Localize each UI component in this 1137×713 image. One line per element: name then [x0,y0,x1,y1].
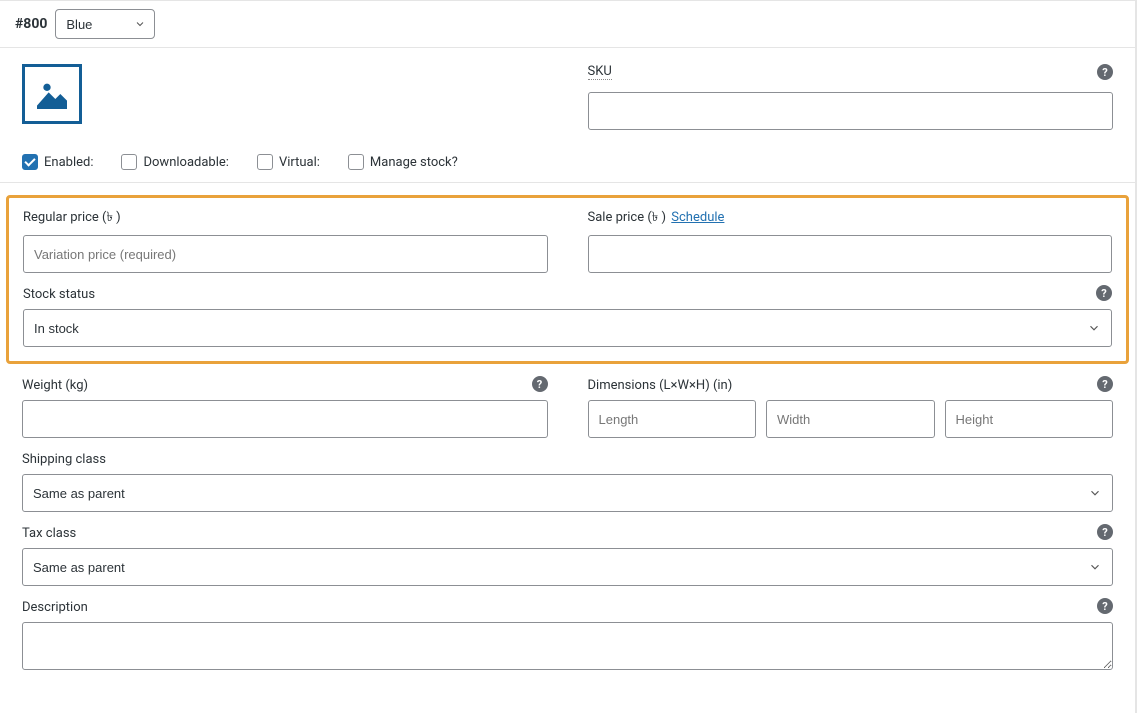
sale-price-label: Sale price (৳ ) [588,210,667,225]
downloadable-label: Downloadable: [143,155,228,170]
downloadable-checkbox-wrap[interactable]: Downloadable: [121,154,228,170]
length-input[interactable] [588,400,757,438]
help-icon[interactable]: ? [1097,64,1113,80]
checkbox-row: Enabled: Downloadable: Virtual: Manage s… [0,144,1135,183]
shipping-class-select[interactable]: Same as parent [22,474,1113,512]
stock-status-select[interactable]: In stock [23,309,1112,347]
manage-stock-checkbox-wrap[interactable]: Manage stock? [348,154,458,170]
sku-input[interactable] [588,92,1114,130]
height-input[interactable] [945,400,1114,438]
width-input[interactable] [766,400,935,438]
description-textarea[interactable] [22,622,1113,670]
stock-status-label: Stock status [23,287,95,302]
weight-input[interactable] [22,400,548,438]
enabled-checkbox[interactable] [22,154,38,170]
image-icon [32,74,72,114]
highlighted-pricing-section: Regular price (৳ ) Sale price (৳ ) Sched… [6,195,1129,364]
manage-stock-checkbox[interactable] [348,154,364,170]
regular-price-input[interactable] [23,235,548,273]
help-icon[interactable]: ? [532,376,548,392]
virtual-checkbox-wrap[interactable]: Virtual: [257,154,320,170]
downloadable-checkbox[interactable] [121,154,137,170]
weight-label: Weight (kg) [22,378,88,393]
variation-image-placeholder[interactable] [22,64,82,124]
dimensions-label: Dimensions (L×W×H) (in) [588,378,733,393]
tax-class-select[interactable]: Same as parent [22,548,1113,586]
variation-header: #800 Blue [0,0,1135,48]
tax-class-label: Tax class [22,526,76,541]
manage-stock-label: Manage stock? [370,155,458,170]
sale-price-input[interactable] [588,235,1113,273]
help-icon[interactable]: ? [1097,598,1113,614]
regular-price-label: Regular price (৳ ) [23,208,121,229]
schedule-link[interactable]: Schedule [671,210,724,225]
description-label: Description [22,600,88,615]
attribute-select[interactable]: Blue [55,9,155,39]
virtual-checkbox[interactable] [257,154,273,170]
enabled-label: Enabled: [44,155,93,170]
shipping-class-label: Shipping class [22,452,106,467]
variation-id: #800 [15,16,47,32]
enabled-checkbox-wrap[interactable]: Enabled: [22,154,93,170]
virtual-label: Virtual: [279,155,320,170]
sku-label: SKU [588,64,612,80]
help-icon[interactable]: ? [1097,376,1113,392]
help-icon[interactable]: ? [1097,524,1113,540]
help-icon[interactable]: ? [1096,285,1112,301]
